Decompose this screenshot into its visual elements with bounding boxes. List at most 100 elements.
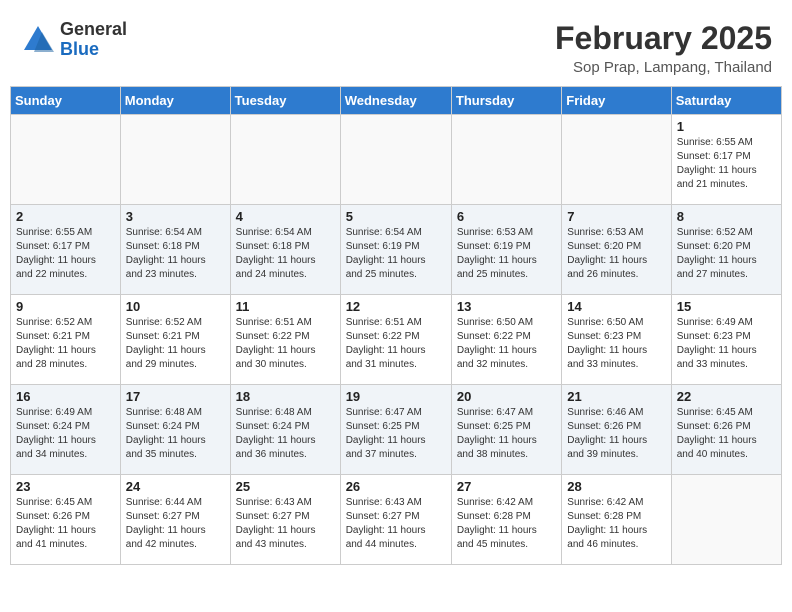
day-number: 21	[567, 389, 665, 404]
calendar-cell: 18Sunrise: 6:48 AM Sunset: 6:24 PM Dayli…	[230, 385, 340, 475]
day-number: 13	[457, 299, 556, 314]
header-tuesday: Tuesday	[230, 87, 340, 115]
day-number: 16	[16, 389, 115, 404]
day-info: Sunrise: 6:49 AM Sunset: 6:23 PM Dayligh…	[677, 316, 776, 372]
day-number: 23	[16, 479, 115, 494]
day-info: Sunrise: 6:52 AM Sunset: 6:21 PM Dayligh…	[16, 316, 115, 372]
day-number: 28	[567, 479, 665, 494]
calendar-cell: 24 Sunrise: 6:44 AM Sunset: 6:27 PM Dayli…	[120, 475, 230, 565]
calendar-cell	[562, 115, 671, 205]
calendar-week-3: 9Sunrise: 6:52 AM Sunset: 6:21 PM Daylig…	[11, 295, 782, 385]
day-number: 27	[457, 479, 556, 494]
day-info: Sunrise: 6:47 AM Sunset: 6:25 PM Dayligh…	[457, 406, 556, 462]
logo: General Blue	[20, 20, 127, 60]
day-number: 26	[346, 479, 446, 494]
calendar-week-4: 16 Sunrise: 6:49 AM Sunset: 6:24 PM Dayli…	[11, 385, 782, 475]
calendar-table: SundayMondayTuesdayWednesdayThursdayFrid…	[10, 86, 782, 565]
page-header: General Blue February 2025 Sop Prap, Lam…	[10, 10, 782, 82]
calendar-cell: 23 Sunrise: 6:45 AM Sunset: 6:26 PM Dayli…	[11, 475, 121, 565]
day-number: 18	[236, 389, 335, 404]
day-number: 5	[346, 209, 446, 224]
day-info: Sunrise: 6:55 AM Sunset: 6:17 PM Dayligh…	[677, 136, 776, 192]
calendar-cell: 2Sunrise: 6:55 AM Sunset: 6:17 PM Daylig…	[11, 205, 121, 295]
header-friday: Friday	[562, 87, 671, 115]
header-thursday: Thursday	[451, 87, 561, 115]
day-info: Sunrise: 6:50 AM Sunset: 6:23 PM Dayligh…	[567, 316, 665, 372]
calendar-cell: 6 Sunrise: 6:53 AM Sunset: 6:19 PM Daylig…	[451, 205, 561, 295]
day-info: Sunrise: 6:49 AM Sunset: 6:24 PM Dayligh…	[16, 406, 115, 462]
calendar-week-1: 1 Sunrise: 6:55 AM Sunset: 6:17 PM Daylig…	[11, 115, 782, 205]
calendar-cell: 5 Sunrise: 6:54 AM Sunset: 6:19 PM Daylig…	[340, 205, 451, 295]
day-number: 4	[236, 209, 335, 224]
day-info: Sunrise: 6:42 AM Sunset: 6:28 PM Dayligh…	[457, 496, 556, 552]
logo-blue: Blue	[60, 40, 127, 60]
calendar-cell: 7 Sunrise: 6:53 AM Sunset: 6:20 PM Daylig…	[562, 205, 671, 295]
day-number: 15	[677, 299, 776, 314]
calendar-cell	[230, 115, 340, 205]
day-number: 19	[346, 389, 446, 404]
calendar-cell: 28 Sunrise: 6:42 AM Sunset: 6:28 PM Dayli…	[562, 475, 671, 565]
header-monday: Monday	[120, 87, 230, 115]
calendar-cell	[451, 115, 561, 205]
day-number: 7	[567, 209, 665, 224]
calendar-cell: 26 Sunrise: 6:43 AM Sunset: 6:27 PM Dayli…	[340, 475, 451, 565]
calendar-header-row: SundayMondayTuesdayWednesdayThursdayFrid…	[11, 87, 782, 115]
calendar-cell: 8 Sunrise: 6:52 AM Sunset: 6:20 PM Daylig…	[671, 205, 781, 295]
day-number: 24	[126, 479, 225, 494]
calendar-cell: 3 Sunrise: 6:54 AM Sunset: 6:18 PM Daylig…	[120, 205, 230, 295]
day-info: Sunrise: 6:55 AM Sunset: 6:17 PM Dayligh…	[16, 226, 115, 282]
calendar-cell: 4 Sunrise: 6:54 AM Sunset: 6:18 PM Daylig…	[230, 205, 340, 295]
day-info: Sunrise: 6:42 AM Sunset: 6:28 PM Dayligh…	[567, 496, 665, 552]
day-info: Sunrise: 6:47 AM Sunset: 6:25 PM Dayligh…	[346, 406, 446, 462]
day-info: Sunrise: 6:46 AM Sunset: 6:26 PM Dayligh…	[567, 406, 665, 462]
day-info: Sunrise: 6:50 AM Sunset: 6:22 PM Dayligh…	[457, 316, 556, 372]
day-info: Sunrise: 6:53 AM Sunset: 6:20 PM Dayligh…	[567, 226, 665, 282]
day-info: Sunrise: 6:54 AM Sunset: 6:18 PM Dayligh…	[126, 226, 225, 282]
calendar-cell	[671, 475, 781, 565]
day-number: 17	[126, 389, 225, 404]
logo-general: General	[60, 20, 127, 40]
calendar-cell: 11 Sunrise: 6:51 AM Sunset: 6:22 PM Dayli…	[230, 295, 340, 385]
day-info: Sunrise: 6:51 AM Sunset: 6:22 PM Dayligh…	[346, 316, 446, 372]
location: Sop Prap, Lampang, Thailand	[555, 59, 772, 76]
calendar-cell: 21 Sunrise: 6:46 AM Sunset: 6:26 PM Dayli…	[562, 385, 671, 475]
day-number: 12	[346, 299, 446, 314]
calendar-cell: 12 Sunrise: 6:51 AM Sunset: 6:22 PM Dayli…	[340, 295, 451, 385]
day-number: 10	[126, 299, 225, 314]
day-info: Sunrise: 6:52 AM Sunset: 6:21 PM Dayligh…	[126, 316, 225, 372]
day-number: 14	[567, 299, 665, 314]
calendar-cell: 15 Sunrise: 6:49 AM Sunset: 6:23 PM Dayli…	[671, 295, 781, 385]
month-title: February 2025	[555, 20, 772, 57]
day-info: Sunrise: 6:54 AM Sunset: 6:19 PM Dayligh…	[346, 226, 446, 282]
day-info: Sunrise: 6:45 AM Sunset: 6:26 PM Dayligh…	[16, 496, 115, 552]
calendar-cell: 9Sunrise: 6:52 AM Sunset: 6:21 PM Daylig…	[11, 295, 121, 385]
day-number: 11	[236, 299, 335, 314]
calendar-week-2: 2Sunrise: 6:55 AM Sunset: 6:17 PM Daylig…	[11, 205, 782, 295]
header-saturday: Saturday	[671, 87, 781, 115]
day-number: 3	[126, 209, 225, 224]
day-number: 8	[677, 209, 776, 224]
day-info: Sunrise: 6:51 AM Sunset: 6:22 PM Dayligh…	[236, 316, 335, 372]
title-block: February 2025 Sop Prap, Lampang, Thailan…	[555, 20, 772, 76]
calendar-cell	[11, 115, 121, 205]
day-info: Sunrise: 6:43 AM Sunset: 6:27 PM Dayligh…	[346, 496, 446, 552]
calendar-cell: 1 Sunrise: 6:55 AM Sunset: 6:17 PM Daylig…	[671, 115, 781, 205]
logo-icon	[20, 22, 56, 58]
day-number: 20	[457, 389, 556, 404]
calendar-cell: 16 Sunrise: 6:49 AM Sunset: 6:24 PM Dayli…	[11, 385, 121, 475]
calendar-cell: 17Sunrise: 6:48 AM Sunset: 6:24 PM Dayli…	[120, 385, 230, 475]
logo-text: General Blue	[60, 20, 127, 60]
day-info: Sunrise: 6:52 AM Sunset: 6:20 PM Dayligh…	[677, 226, 776, 282]
day-info: Sunrise: 6:44 AM Sunset: 6:27 PM Dayligh…	[126, 496, 225, 552]
header-sunday: Sunday	[11, 87, 121, 115]
day-info: Sunrise: 6:54 AM Sunset: 6:18 PM Dayligh…	[236, 226, 335, 282]
day-number: 1	[677, 119, 776, 134]
calendar-cell: 10 Sunrise: 6:52 AM Sunset: 6:21 PM Dayli…	[120, 295, 230, 385]
day-number: 6	[457, 209, 556, 224]
day-info: Sunrise: 6:53 AM Sunset: 6:19 PM Dayligh…	[457, 226, 556, 282]
calendar-cell	[340, 115, 451, 205]
calendar-cell: 20 Sunrise: 6:47 AM Sunset: 6:25 PM Dayli…	[451, 385, 561, 475]
calendar-cell: 25Sunrise: 6:43 AM Sunset: 6:27 PM Dayli…	[230, 475, 340, 565]
calendar-cell: 13 Sunrise: 6:50 AM Sunset: 6:22 PM Dayli…	[451, 295, 561, 385]
day-info: Sunrise: 6:45 AM Sunset: 6:26 PM Dayligh…	[677, 406, 776, 462]
